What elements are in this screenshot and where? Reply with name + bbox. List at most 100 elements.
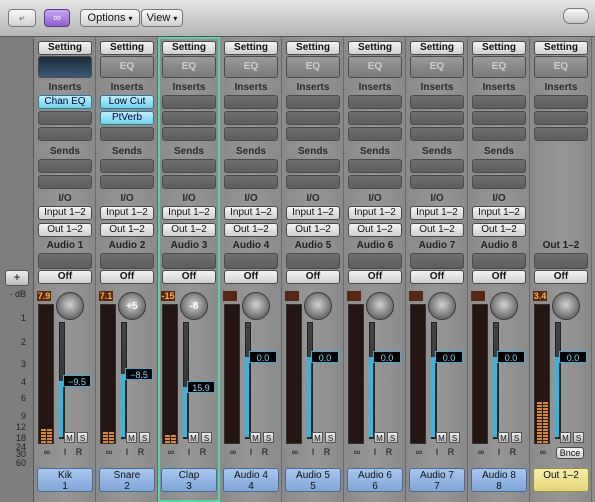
input-button[interactable]: Input 1–2 — [348, 206, 402, 220]
eq-button[interactable]: EQ — [410, 56, 464, 78]
track-name-box[interactable]: Audio 55 — [285, 468, 341, 492]
solo-button[interactable]: S — [387, 432, 398, 443]
mute-button[interactable]: M — [498, 432, 509, 443]
volume-fader-readout[interactable]: 0.0 — [373, 351, 401, 363]
insert-slot[interactable] — [410, 95, 464, 109]
automation-off-button[interactable]: Off — [286, 270, 340, 284]
mute-button[interactable]: M — [374, 432, 385, 443]
peak-indicator[interactable]: 7.9 — [37, 291, 51, 301]
eq-button[interactable]: EQ — [162, 56, 216, 78]
peak-indicator[interactable]: 7.1 — [99, 291, 113, 301]
setting-button[interactable]: Setting — [410, 41, 464, 55]
solo-button[interactable]: S — [263, 432, 274, 443]
mute-button[interactable]: M — [250, 432, 261, 443]
stereo-link-icon[interactable]: ∞ — [538, 447, 548, 457]
input-button[interactable]: Input 1–2 — [286, 206, 340, 220]
track-name-box[interactable]: Audio 44 — [223, 468, 279, 492]
insert-slot[interactable] — [162, 95, 216, 109]
solo-button[interactable]: S — [201, 432, 212, 443]
insert-slot[interactable] — [534, 95, 588, 109]
options-menu[interactable]: Options ▾ — [80, 9, 140, 27]
setting-button[interactable]: Setting — [162, 41, 216, 55]
insert-slot[interactable] — [286, 111, 340, 125]
insert-slot[interactable] — [348, 111, 402, 125]
setting-button[interactable]: Setting — [38, 41, 92, 55]
insert-slot[interactable] — [100, 127, 154, 141]
peak-indicator[interactable] — [471, 291, 485, 301]
record-enable-button[interactable]: R — [136, 447, 146, 457]
setting-button[interactable]: Setting — [472, 41, 526, 55]
insert-slot[interactable] — [286, 127, 340, 141]
insert-slot[interactable]: Low Cut — [100, 95, 154, 109]
insert-slot[interactable]: PtVerb — [100, 111, 154, 125]
mute-button[interactable]: M — [312, 432, 323, 443]
insert-slot[interactable] — [534, 127, 588, 141]
link-button[interactable]: ∞ — [44, 9, 70, 27]
insert-slot[interactable] — [286, 95, 340, 109]
pan-knob[interactable] — [428, 292, 456, 320]
insert-slot[interactable] — [348, 127, 402, 141]
eq-button[interactable]: EQ — [472, 56, 526, 78]
insert-slot[interactable] — [224, 95, 278, 109]
send-slot[interactable] — [224, 175, 278, 189]
send-slot[interactable] — [286, 175, 340, 189]
track-name-box[interactable]: Audio 66 — [347, 468, 403, 492]
automation-off-button[interactable]: Off — [348, 270, 402, 284]
insert-slot[interactable] — [162, 111, 216, 125]
record-enable-button[interactable]: R — [198, 447, 208, 457]
eq-button[interactable]: EQ — [224, 56, 278, 78]
peak-indicator[interactable] — [223, 291, 237, 301]
input-monitor-button[interactable]: I — [122, 447, 132, 457]
add-channel-button[interactable]: + — [5, 270, 29, 286]
setting-button[interactable]: Setting — [100, 41, 154, 55]
send-slot[interactable] — [162, 175, 216, 189]
input-monitor-button[interactable]: I — [494, 447, 504, 457]
insert-slot[interactable]: Chan EQ — [38, 95, 92, 109]
output-button[interactable]: Out 1–2 — [410, 223, 464, 237]
eq-button[interactable]: EQ — [534, 56, 588, 78]
solo-button[interactable]: S — [449, 432, 460, 443]
output-button[interactable]: Out 1–2 — [286, 223, 340, 237]
bounce-button[interactable]: Bnce — [556, 447, 584, 459]
send-slot[interactable] — [162, 159, 216, 173]
send-slot[interactable] — [38, 175, 92, 189]
record-enable-button[interactable]: R — [322, 447, 332, 457]
send-slot[interactable] — [348, 175, 402, 189]
input-button[interactable]: Input 1–2 — [410, 206, 464, 220]
output-button[interactable]: Out 1–2 — [38, 223, 92, 237]
automation-off-button[interactable]: Off — [534, 270, 588, 284]
stereo-link-icon[interactable]: ∞ — [290, 447, 300, 457]
link-back-button[interactable]: ⤶ — [8, 9, 36, 27]
automation-off-button[interactable]: Off — [38, 270, 92, 284]
group-slot[interactable] — [472, 253, 526, 269]
insert-slot[interactable] — [38, 111, 92, 125]
solo-button[interactable]: S — [77, 432, 88, 443]
eq-button[interactable]: EQ — [100, 56, 154, 78]
send-slot[interactable] — [100, 159, 154, 173]
pan-knob[interactable]: -8 — [180, 292, 208, 320]
insert-slot[interactable] — [224, 111, 278, 125]
insert-slot[interactable] — [410, 111, 464, 125]
peak-indicator[interactable] — [409, 291, 423, 301]
automation-off-button[interactable]: Off — [472, 270, 526, 284]
volume-fader-readout[interactable]: 0.0 — [435, 351, 463, 363]
pan-knob[interactable] — [304, 292, 332, 320]
track-name-box[interactable]: Out 1–2 — [533, 468, 589, 492]
volume-fader-readout[interactable]: −9.5 — [63, 375, 91, 387]
automation-off-button[interactable]: Off — [410, 270, 464, 284]
send-slot[interactable] — [410, 159, 464, 173]
record-enable-button[interactable]: R — [508, 447, 518, 457]
track-name-box[interactable]: Snare 2 — [99, 468, 155, 492]
group-slot[interactable] — [38, 253, 92, 269]
setting-button[interactable]: Setting — [224, 41, 278, 55]
group-slot[interactable] — [348, 253, 402, 269]
mute-button[interactable]: M — [126, 432, 137, 443]
send-slot[interactable] — [472, 159, 526, 173]
pan-knob[interactable] — [242, 292, 270, 320]
stereo-link-icon[interactable]: ∞ — [476, 447, 486, 457]
record-enable-button[interactable]: R — [446, 447, 456, 457]
view-menu[interactable]: View ▾ — [141, 9, 183, 27]
stereo-link-icon[interactable]: ∞ — [166, 447, 176, 457]
stereo-link-icon[interactable]: ∞ — [228, 447, 238, 457]
input-monitor-button[interactable]: I — [246, 447, 256, 457]
